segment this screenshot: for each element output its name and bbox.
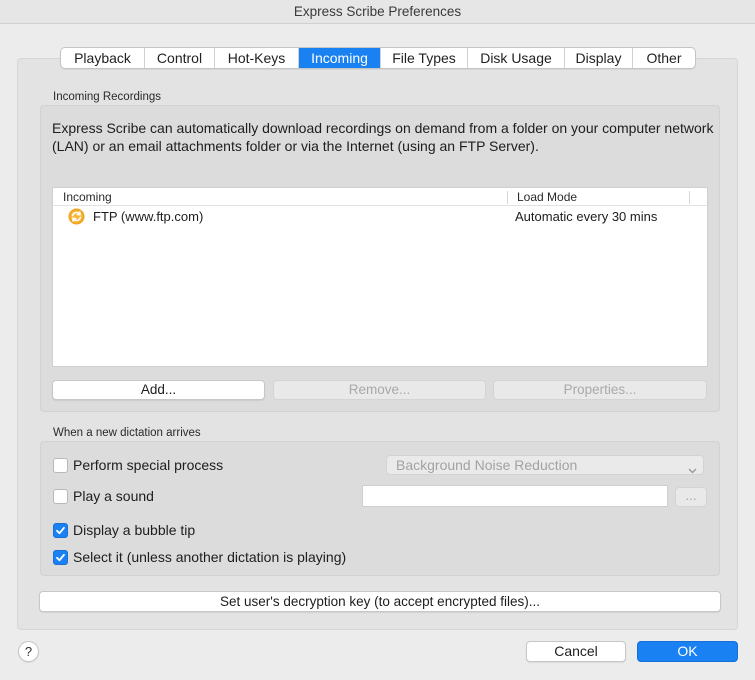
- special-process-select[interactable]: Background Noise Reduction: [386, 455, 704, 475]
- incoming-recordings-group-label: Incoming Recordings: [53, 91, 162, 103]
- set-decryption-key-button[interactable]: Set user's decryption key (to accept enc…: [39, 591, 721, 612]
- tab-display[interactable]: Display: [565, 48, 633, 68]
- window-title: Express Scribe Preferences: [293, 4, 462, 19]
- column-header-incoming[interactable]: Incoming: [63, 190, 112, 204]
- preferences-tab-bar: Playback Control Hot-Keys Incoming File …: [60, 47, 696, 69]
- incoming-list-header: Incoming Load Mode: [53, 188, 707, 206]
- tab-incoming[interactable]: Incoming: [299, 48, 381, 68]
- new-dictation-group-label: When a new dictation arrives: [53, 427, 201, 439]
- properties-button[interactable]: Properties...: [493, 380, 707, 400]
- tab-file-types[interactable]: File Types: [381, 48, 468, 68]
- special-process-select-value: Background Noise Reduction: [396, 457, 578, 473]
- add-button[interactable]: Add...: [52, 380, 265, 400]
- browse-sound-button[interactable]: ...: [675, 487, 707, 507]
- tab-hot-keys[interactable]: Hot-Keys: [215, 48, 299, 68]
- perform-special-process-checkbox[interactable]: [53, 458, 68, 473]
- incoming-list[interactable]: Incoming Load Mode FTP (www.ftp.com) Aut…: [52, 187, 708, 367]
- bubble-tip-checkbox[interactable]: [53, 523, 68, 538]
- remove-button[interactable]: Remove...: [273, 380, 486, 400]
- row-load-mode: Automatic every 30 mins: [515, 209, 658, 224]
- column-separator: [507, 191, 508, 204]
- sound-file-input[interactable]: [362, 485, 668, 507]
- row-incoming-name: FTP (www.ftp.com): [93, 209, 204, 224]
- chevron-down-icon: [688, 461, 697, 479]
- bubble-tip-label: Display a bubble tip: [73, 522, 196, 538]
- perform-special-process-label: Perform special process: [73, 457, 224, 473]
- tab-playback[interactable]: Playback: [61, 48, 145, 68]
- column-separator: [689, 191, 690, 204]
- tab-disk-usage[interactable]: Disk Usage: [468, 48, 565, 68]
- column-header-load-mode[interactable]: Load Mode: [517, 190, 577, 204]
- select-it-checkbox[interactable]: [53, 550, 68, 565]
- incoming-description: Express Scribe can automatically downloa…: [52, 120, 714, 154]
- help-button[interactable]: ?: [18, 641, 39, 662]
- ftp-sync-icon: [68, 208, 85, 225]
- play-sound-checkbox[interactable]: [53, 489, 68, 504]
- window-titlebar: Express Scribe Preferences: [0, 0, 755, 24]
- list-item[interactable]: FTP (www.ftp.com) Automatic every 30 min…: [53, 207, 707, 227]
- ok-button[interactable]: OK: [637, 641, 738, 662]
- tab-control[interactable]: Control: [145, 48, 215, 68]
- tab-other[interactable]: Other: [633, 48, 695, 68]
- play-sound-label: Play a sound: [73, 488, 154, 504]
- cancel-button[interactable]: Cancel: [526, 641, 626, 662]
- select-it-label: Select it (unless another dictation is p…: [73, 549, 347, 565]
